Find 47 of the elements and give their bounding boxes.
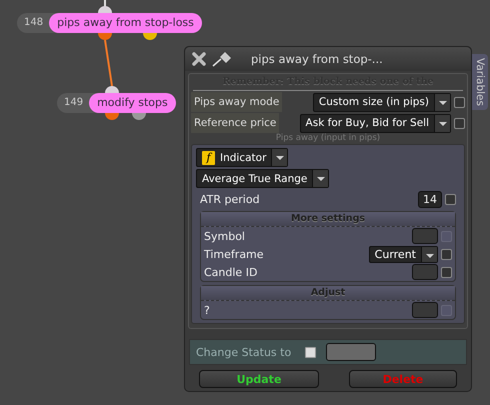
output-port[interactable]: [132, 113, 146, 120]
input-port[interactable]: [98, 6, 112, 13]
field-label: Pips away mode: [191, 92, 282, 112]
checkbox[interactable]: [305, 346, 316, 358]
source-dropdown[interactable]: f Indicator: [196, 148, 288, 167]
output-port[interactable]: [143, 33, 157, 40]
dropdown[interactable]: Ask for Buy, Bid for Sell: [300, 114, 451, 132]
input-field[interactable]: [412, 302, 438, 318]
dropdown[interactable]: Current: [368, 246, 438, 262]
function-icon: f: [202, 150, 215, 164]
field-label: ?: [204, 304, 210, 316]
caret-icon: [434, 94, 450, 110]
dropdown[interactable]: Custom size (in pips): [312, 92, 451, 112]
checkbox[interactable]: [441, 248, 452, 260]
input-field[interactable]: [412, 264, 438, 280]
field-label: Reference price: [191, 113, 280, 133]
checkbox[interactable]: [441, 266, 452, 278]
checkbox[interactable]: [454, 118, 465, 128]
block-label[interactable]: pips away from stop-loss: [49, 13, 202, 33]
status-label: Change Status to: [196, 346, 292, 358]
pin-icon[interactable]: [211, 50, 233, 68]
group-title: More settings: [201, 212, 455, 227]
caret-icon: [271, 149, 288, 166]
dialog-title: pips away from stop-...: [251, 52, 383, 66]
field-label: Timeframe: [204, 248, 264, 260]
input-port[interactable]: [105, 86, 119, 93]
block-label[interactable]: modify stops: [89, 93, 176, 113]
caret-icon: [434, 114, 450, 132]
indicator-dropdown[interactable]: Average True Range: [196, 169, 330, 188]
input-field[interactable]: [412, 228, 438, 244]
close-icon[interactable]: [191, 51, 207, 67]
caret-icon: [312, 170, 328, 187]
field-label: Symbol: [204, 230, 245, 242]
variables-tab[interactable]: Variables: [472, 54, 488, 110]
section-caption: Pips away (input in pips): [274, 133, 382, 143]
output-port[interactable]: [98, 33, 112, 40]
group-title: Adjust: [201, 286, 455, 301]
update-button[interactable]: Update: [199, 370, 319, 388]
output-port[interactable]: [105, 113, 119, 120]
checkbox[interactable]: [445, 194, 456, 204]
status-field[interactable]: [326, 343, 376, 361]
field-label: ATR period: [200, 192, 260, 206]
field-label: Candle ID: [204, 266, 258, 278]
caret-icon: [421, 246, 437, 262]
checkbox[interactable]: [454, 96, 465, 108]
number-field[interactable]: 14: [418, 190, 442, 208]
connector-line: [104, 40, 113, 86]
